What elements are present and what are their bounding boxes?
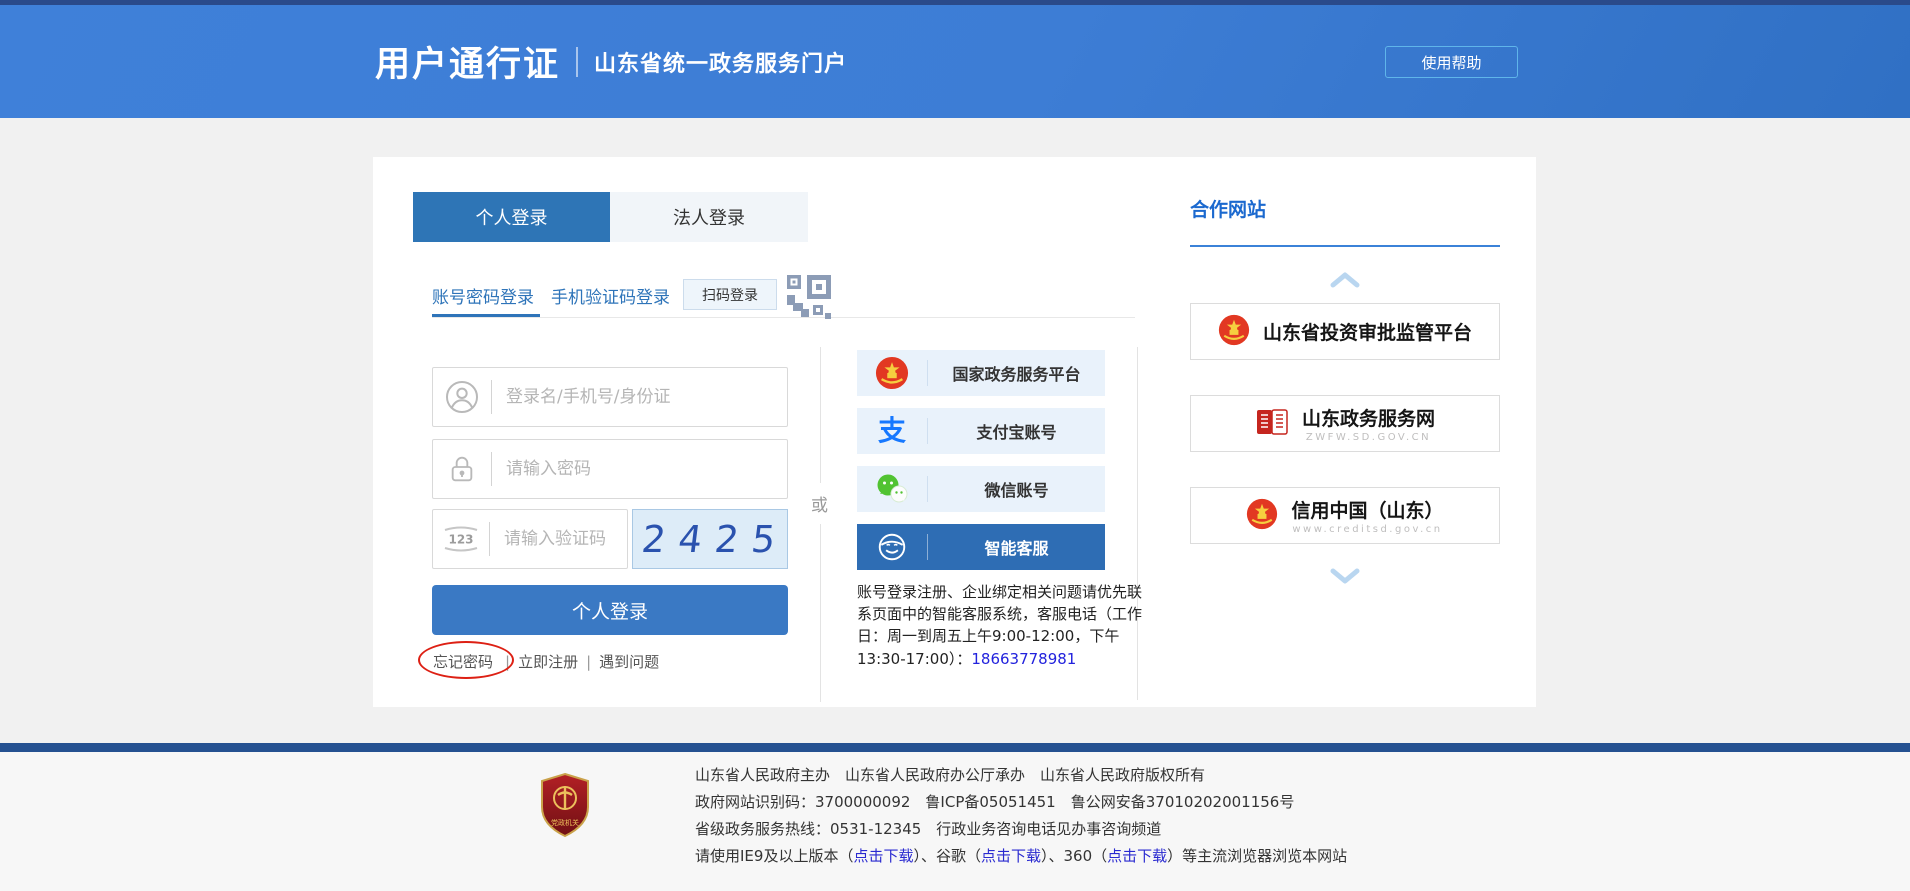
login-links: 忘记密码 | 立即注册 | 遇到问题 <box>429 651 659 672</box>
smart-service-icon <box>857 531 927 563</box>
partner-url: www.creditsd.gov.cn <box>1292 524 1442 535</box>
captcha-123-icon: 123 <box>433 525 489 553</box>
or-divider-line <box>820 347 821 702</box>
captcha-input[interactable] <box>490 529 627 549</box>
brand: 用户通行证 山东省统一政务服务门户 <box>375 5 847 118</box>
login-panel: 个人登录 法人登录 账号密码登录 手机验证码登录 扫码登录 <box>373 157 1536 707</box>
qr-code-icon[interactable] <box>787 275 831 321</box>
national-emblem-icon <box>1218 314 1250 350</box>
national-emblem-icon <box>1246 498 1278 534</box>
password-input[interactable] <box>492 459 787 479</box>
method-scan-login[interactable]: 扫码登录 <box>683 279 777 310</box>
third-party-label: 支付宝账号 <box>928 419 1105 443</box>
or-label: 或 <box>811 483 828 524</box>
footer-line-icp: 政府网站识别码：3700000092 鲁ICP备05051451 鲁公网安备37… <box>695 789 1347 816</box>
third-party-label: 微信账号 <box>928 477 1105 501</box>
third-party-label: 智能客服 <box>928 535 1105 559</box>
footer: 党政机关 山东省人民政府主办 山东省人民政府办公厅承办 山东省人民政府版权所有 … <box>0 752 1910 891</box>
footer-line-hotline: 省级政务服务热线：0531-12345 行政业务咨询电话见办事咨询频道 <box>695 816 1347 843</box>
method-sms-login[interactable]: 手机验证码登录 <box>551 283 670 308</box>
tab-personal-login[interactable]: 个人登录 <box>413 192 610 242</box>
partner-url: ZWFW.SD.GOV.CN <box>1306 432 1431 443</box>
captcha-value: 2425 <box>629 518 790 561</box>
user-icon <box>433 380 491 414</box>
username-field <box>432 367 788 427</box>
smart-service-button[interactable]: 智能客服 <box>857 524 1105 570</box>
national-platform-login-button[interactable]: 国家政务服务平台 <box>857 350 1105 396</box>
national-emblem-icon <box>857 356 927 390</box>
red-seal-icon <box>1255 405 1289 443</box>
government-badge-icon: 党政机关 <box>538 772 592 838</box>
partner-name: 山东省投资审批监管平台 <box>1263 318 1472 345</box>
customer-service-note: 账号登录注册、企业绑定相关问题请优先联系页面中的智能客服系统，客服电话（工作日：… <box>857 581 1145 670</box>
partners-underline <box>1190 245 1500 247</box>
footer-line-browsers: 请使用IE9及以上版本（点击下载）、谷歌（点击下载）、360（点击下载）等主流浏… <box>695 843 1347 870</box>
link-separator: | <box>505 653 510 671</box>
download-360-link[interactable]: 点击下载 <box>1107 847 1167 865</box>
partner-name: 信用中国（山东） <box>1291 496 1443 523</box>
svg-text:党政机关: 党政机关 <box>551 818 579 827</box>
chevron-down-icon[interactable] <box>1325 565 1365 587</box>
forgot-password-link[interactable]: 忘记密码 <box>433 653 493 671</box>
trouble-link[interactable]: 遇到问题 <box>599 651 659 672</box>
title-divider <box>576 47 578 77</box>
download-chrome-link[interactable]: 点击下载 <box>981 847 1041 865</box>
method-password-login[interactable]: 账号密码登录 <box>432 283 534 308</box>
svg-text:123: 123 <box>448 533 473 547</box>
wechat-icon <box>857 473 927 505</box>
partner-card-investment[interactable]: 山东省投资审批监管平台 <box>1190 303 1500 360</box>
partners-title: 合作网站 <box>1190 195 1266 222</box>
captcha-image[interactable]: 2425 <box>632 509 788 569</box>
third-party-label: 国家政务服务平台 <box>928 361 1105 385</box>
link-separator: | <box>586 653 591 671</box>
alipay-login-button[interactable]: 支 支付宝账号 <box>857 408 1105 454</box>
tab-legal-login[interactable]: 法人登录 <box>610 192 808 242</box>
alipay-icon: 支 <box>857 417 927 445</box>
header: 用户通行证 山东省统一政务服务门户 使用帮助 <box>0 5 1910 118</box>
footer-text: 山东省人民政府主办 山东省人民政府办公厅承办 山东省人民政府版权所有 政府网站识… <box>695 762 1347 870</box>
wechat-login-button[interactable]: 微信账号 <box>857 466 1105 512</box>
partner-card-zwfw[interactable]: 山东政务服务网 ZWFW.SD.GOV.CN <box>1190 395 1500 452</box>
lock-icon <box>433 453 491 485</box>
service-phone-link[interactable]: 18663778981 <box>971 650 1076 668</box>
password-field <box>432 439 788 499</box>
captcha-field: 123 <box>432 509 628 569</box>
partner-card-credit-china[interactable]: 信用中国（山东） www.creditsd.gov.cn <box>1190 487 1500 544</box>
personal-login-button[interactable]: 个人登录 <box>432 585 788 635</box>
page-subtitle: 山东省统一政务服务门户 <box>594 46 847 78</box>
username-input[interactable] <box>492 387 787 407</box>
footer-line-sponsor: 山东省人民政府主办 山东省人民政府办公厅承办 山东省人民政府版权所有 <box>695 762 1347 789</box>
page-title: 用户通行证 <box>375 36 560 87</box>
footer-accent-bar <box>0 743 1910 752</box>
partner-name: 山东政务服务网 <box>1302 404 1435 431</box>
register-link[interactable]: 立即注册 <box>518 651 578 672</box>
download-ie-link[interactable]: 点击下载 <box>853 847 913 865</box>
methods-divider <box>432 317 1135 318</box>
chevron-up-icon[interactable] <box>1325 269 1365 291</box>
help-button[interactable]: 使用帮助 <box>1385 46 1518 78</box>
